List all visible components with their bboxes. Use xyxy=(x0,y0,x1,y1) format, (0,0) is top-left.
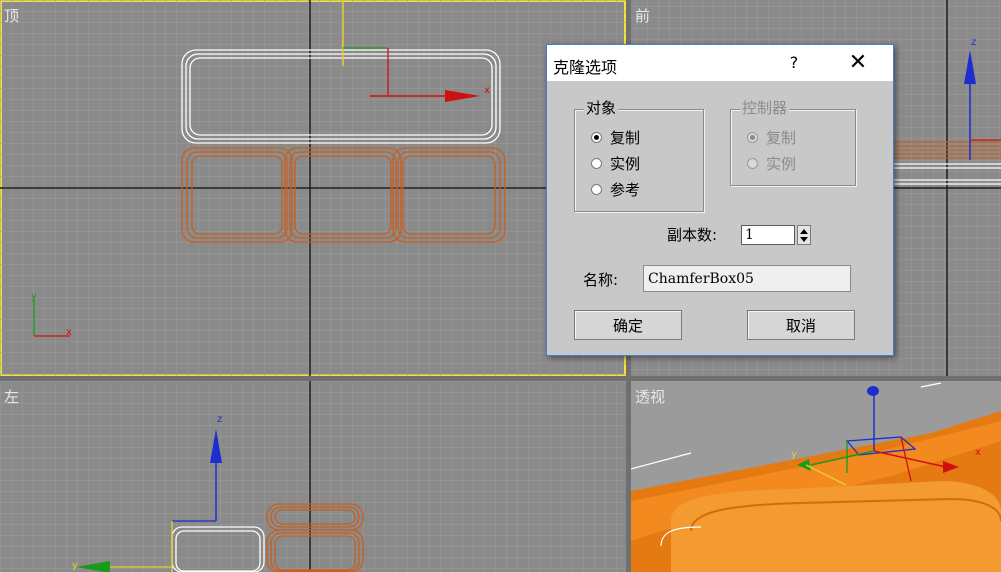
radio-object-reference[interactable]: 参考 xyxy=(591,178,640,200)
gizmo-z-label-front: z xyxy=(971,37,976,48)
radio-controller-copy-label: 复制 xyxy=(766,128,797,147)
name-input[interactable] xyxy=(643,265,851,292)
copies-spin-buttons[interactable] xyxy=(797,225,811,245)
viewport-left[interactable]: z y 左 xyxy=(0,381,626,572)
viewport-label-front[interactable]: 前 xyxy=(635,8,650,24)
object-group-title: 对象 xyxy=(584,99,619,117)
viewport-left-canvas[interactable]: z y xyxy=(0,381,626,572)
gizmo-x-label-persp: x xyxy=(975,447,981,458)
viewport-top-canvas[interactable]: x y x xyxy=(0,0,626,376)
radio-copy-icon[interactable] xyxy=(591,131,602,143)
viewport-label-top[interactable]: 顶 xyxy=(4,8,19,24)
viewport-perspective-canvas[interactable]: y x xyxy=(631,381,1001,572)
clone-options-dialog: 克隆选项 ? ✕ 对象 复制 实例 参考 控制器 复制 实例 副本数: 1 名称… xyxy=(546,44,894,356)
viewport-perspective[interactable]: y x 透视 xyxy=(631,381,1001,572)
controller-group: 控制器 复制 实例 xyxy=(730,99,856,186)
spin-up-icon[interactable] xyxy=(800,229,808,234)
dialog-title: 克隆选项 xyxy=(553,58,618,77)
help-button[interactable]: ? xyxy=(779,53,809,73)
tripod-y-label: y xyxy=(31,291,37,302)
object-group: 对象 复制 实例 参考 xyxy=(574,99,704,212)
viewport-label-left[interactable]: 左 xyxy=(4,389,19,405)
gizmo-z-label-left: z xyxy=(217,414,222,425)
viewport-top[interactable]: x y x 顶 xyxy=(0,0,626,376)
controller-group-title: 控制器 xyxy=(740,99,790,117)
gizmo-x-label: x xyxy=(484,85,490,96)
tripod-x-label: x xyxy=(66,327,72,338)
radio-controller-copy-icon xyxy=(747,131,758,143)
radio-copy-label: 复制 xyxy=(610,128,641,147)
radio-controller-instance-icon xyxy=(747,157,758,169)
viewport-label-perspective[interactable]: 透视 xyxy=(635,389,665,405)
gizmo-y-label-persp: y xyxy=(791,449,797,460)
copies-label: 副本数: xyxy=(667,226,718,244)
radio-controller-instance: 实例 xyxy=(747,152,796,174)
radio-instance-icon[interactable] xyxy=(591,157,602,169)
copies-spinner[interactable] xyxy=(741,225,817,245)
radio-controller-copy: 复制 xyxy=(747,126,796,148)
radio-object-copy[interactable]: 复制 xyxy=(591,126,640,148)
ok-button[interactable]: 确定 xyxy=(574,310,682,340)
cancel-button[interactable]: 取消 xyxy=(747,310,855,340)
radio-object-instance[interactable]: 实例 xyxy=(591,152,640,174)
radio-controller-instance-label: 实例 xyxy=(766,154,797,173)
spin-down-icon[interactable] xyxy=(800,237,808,242)
radio-instance-label: 实例 xyxy=(610,154,641,173)
close-icon[interactable]: ✕ xyxy=(843,49,873,77)
radio-reference-icon[interactable] xyxy=(591,183,602,195)
copies-input[interactable] xyxy=(741,225,795,245)
name-label: 名称: xyxy=(583,271,619,289)
radio-reference-label: 参考 xyxy=(610,180,641,199)
gizmo-y-label-left: y xyxy=(72,560,78,571)
dialog-titlebar[interactable]: 克隆选项 ? ✕ xyxy=(547,45,893,81)
